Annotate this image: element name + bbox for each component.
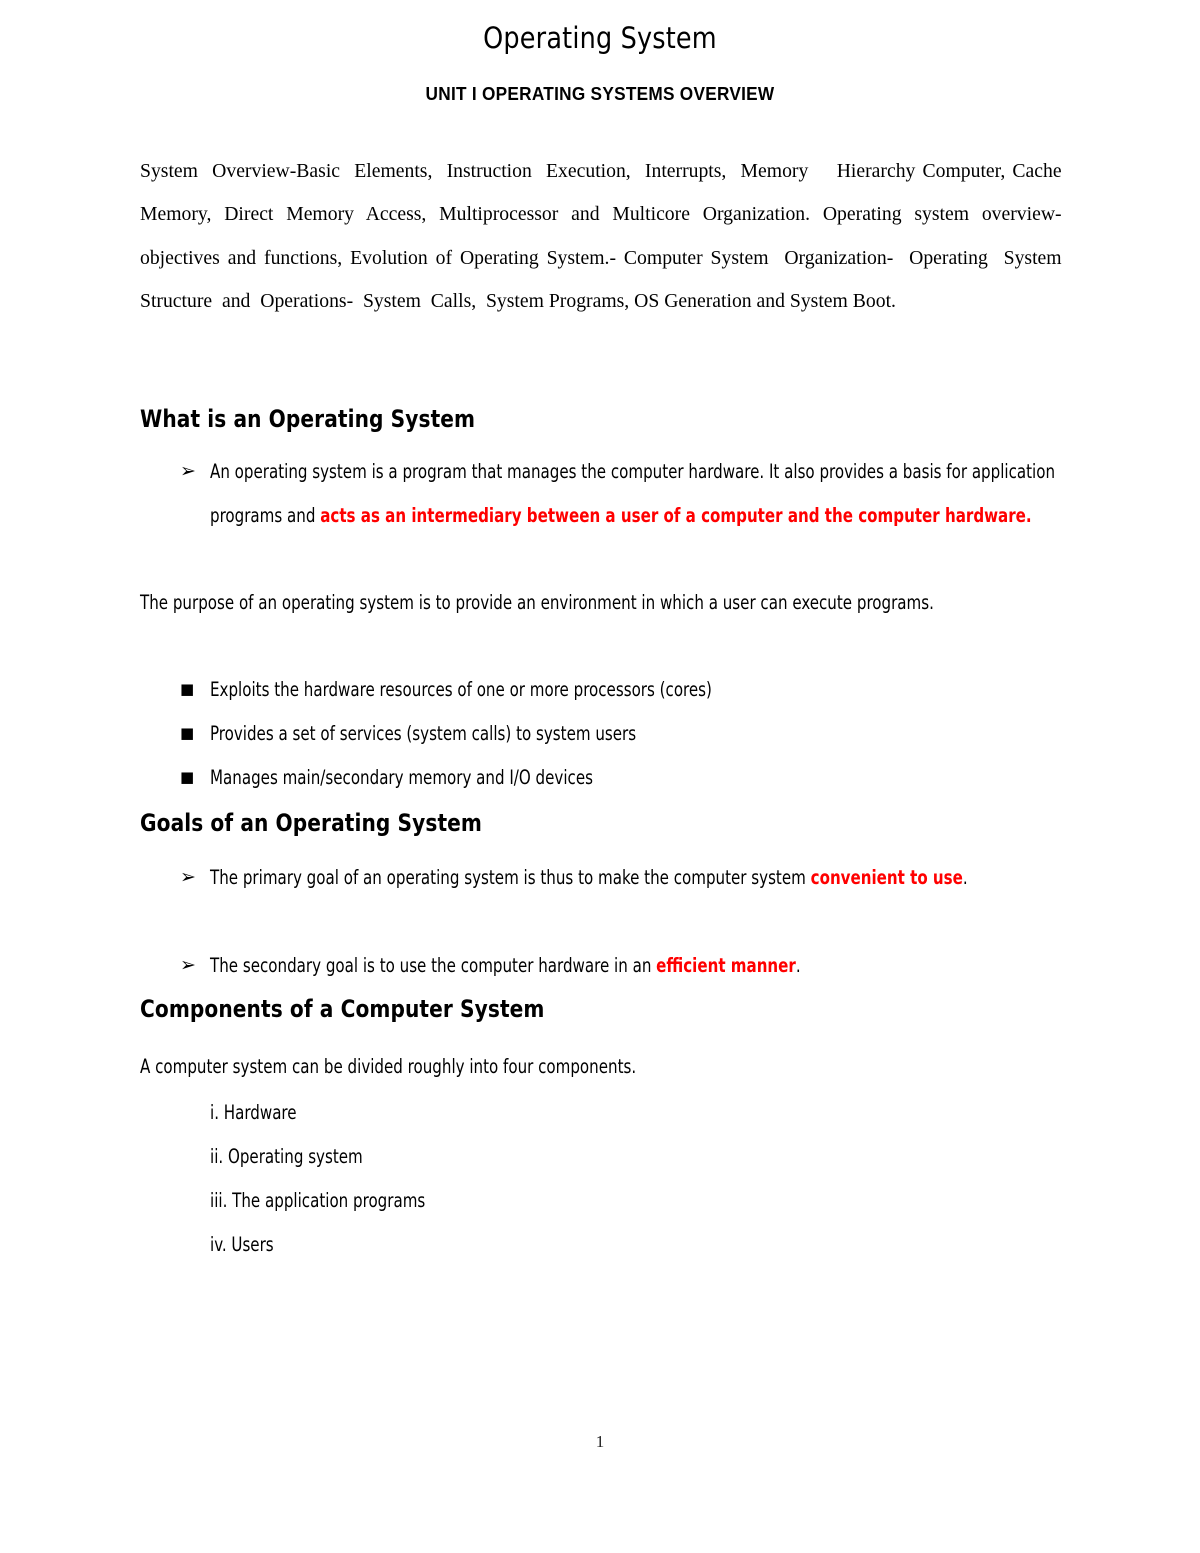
list-item-text: An operating system is a program that ma… [210, 450, 1079, 537]
intro-paragraph: System Overview-Basic Elements, Instruct… [140, 160, 1072, 313]
list-item-text: Exploits the hardware resources of one o… [210, 678, 712, 701]
list-item-text-suffix: . [795, 954, 801, 977]
list-item-text: Manages main/secondary memory and I/O de… [210, 766, 593, 789]
arrow-bullet-icon: ➢ [180, 866, 196, 888]
list-item-text-suffix: . [962, 866, 968, 889]
page-title: Operating System [483, 21, 717, 55]
list-item-text-plain: The primary goal of an operating system … [210, 866, 811, 889]
list-item-text-highlight: acts as an intermediary between a user o… [320, 503, 1032, 527]
list-item-text: The secondary goal is to use the compute… [210, 944, 1079, 988]
list-item: i. Hardware [210, 1101, 297, 1124]
list-item-text: The primary goal of an operating system … [210, 856, 984, 900]
square-bullet-icon: ■ [180, 724, 195, 742]
list-item-text-highlight: convenient to use [810, 866, 963, 889]
unit-subtitle: UNIT I OPERATING SYSTEMS OVERVIEW [425, 83, 775, 104]
arrow-bullet-icon: ➢ [180, 460, 196, 482]
arrow-bullet-icon: ➢ [180, 954, 196, 976]
page-number: 1 [595, 1432, 605, 1451]
heading-components-of-a-computer-system: Components of a Computer System [140, 995, 545, 1023]
square-bullet-icon: ■ [180, 680, 195, 698]
square-bullet-icon: ■ [180, 768, 195, 786]
purpose-paragraph: The purpose of an operating system is to… [140, 591, 934, 614]
intro-paragraph-block: System Overview-Basic Elements, Instruct… [140, 128, 1100, 324]
list-item-text: Provides a set of services (system calls… [210, 722, 637, 745]
document-page: Operating System UNIT I OPERATING SYSTEM… [0, 0, 1200, 1553]
heading-what-is-an-operating-system: What is an Operating System [140, 405, 476, 433]
list-item: ii. Operating system [210, 1145, 363, 1168]
list-item: iv. Users [210, 1233, 274, 1256]
heading-goals-of-an-operating-system: Goals of an Operating System [140, 809, 483, 837]
list-item-text-highlight: efficient manner [656, 954, 796, 977]
list-item: iii. The application programs [210, 1189, 426, 1212]
list-item-text-plain: The secondary goal is to use the compute… [210, 954, 657, 977]
components-paragraph: A computer system can be divided roughly… [140, 1055, 637, 1078]
